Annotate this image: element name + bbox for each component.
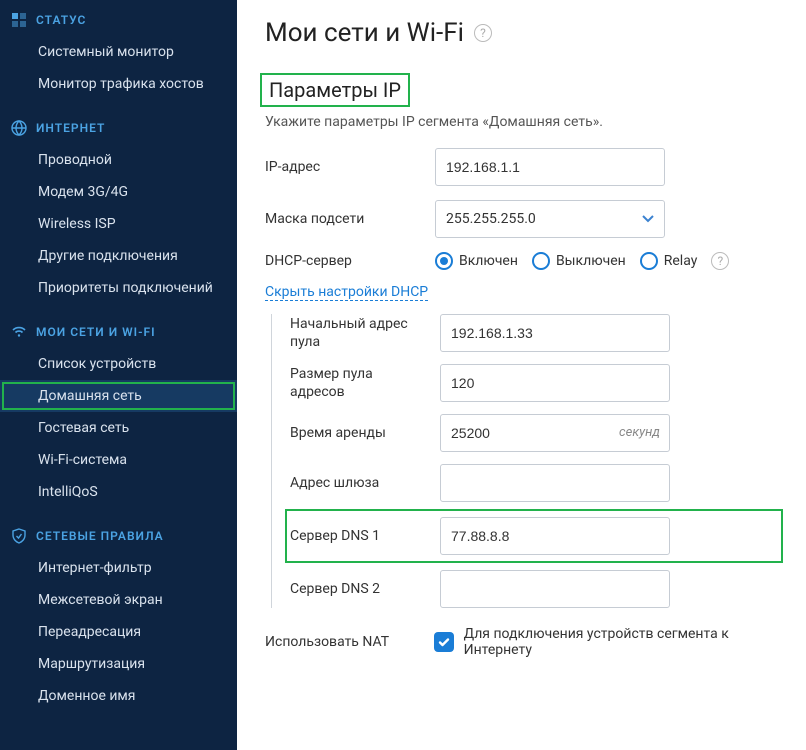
page-title: Мои сети и Wi-Fi ? bbox=[265, 18, 778, 48]
nav-item-device-list[interactable]: Список устройств bbox=[0, 348, 237, 380]
nav-item-routing[interactable]: Маршрутизация bbox=[0, 648, 237, 680]
nat-label: Использовать NAT bbox=[265, 634, 424, 650]
nav-group-status: СТАТУС Системный монитор Монитор трафика… bbox=[0, 4, 237, 100]
row-subnet-mask: Маска подсети 255.255.255.0 bbox=[265, 200, 778, 238]
row-pool-size: Размер пула адресов bbox=[290, 364, 778, 402]
toggle-dhcp-settings-link[interactable]: Скрыть настройки DHCP bbox=[265, 284, 428, 301]
nav-item-home-network[interactable]: Домашняя сеть bbox=[0, 380, 237, 412]
nav-header-status[interactable]: СТАТУС bbox=[0, 4, 237, 36]
globe-icon bbox=[10, 120, 28, 136]
pool-start-label: Начальный адрес пула bbox=[290, 315, 440, 351]
dns2-input[interactable] bbox=[440, 570, 670, 608]
help-icon[interactable]: ? bbox=[711, 252, 729, 270]
section-title-ip-params: Параметры IP bbox=[265, 78, 405, 102]
help-icon[interactable]: ? bbox=[474, 24, 492, 42]
nav-item-domain-name[interactable]: Доменное имя bbox=[0, 680, 237, 712]
nav-group-networks: МОИ СЕТИ И WI-FI Список устройств Домашн… bbox=[0, 316, 237, 508]
row-dhcp-server: DHCP-сервер Включен Выключен Relay ? bbox=[265, 252, 778, 270]
ip-input[interactable] bbox=[435, 148, 665, 186]
nav-header-label: ИНТЕРНЕТ bbox=[36, 121, 105, 135]
section-desc: Укажите параметры IP сегмента «Домашняя … bbox=[265, 114, 778, 130]
chevron-down-icon bbox=[642, 215, 654, 223]
nav-item-guest-network[interactable]: Гостевая сеть bbox=[0, 412, 237, 444]
nav-item-other-conn[interactable]: Другие подключения bbox=[0, 240, 237, 272]
radio-icon bbox=[532, 252, 550, 270]
mask-label: Маска подсети bbox=[265, 210, 435, 228]
dhcp-label: DHCP-сервер bbox=[265, 252, 435, 270]
dns1-label: Сервер DNS 1 bbox=[290, 527, 440, 545]
nav-item-internet-filter[interactable]: Интернет-фильтр bbox=[0, 552, 237, 584]
nat-checkbox[interactable] bbox=[434, 632, 454, 652]
nav-header-networks[interactable]: МОИ СЕТИ И WI-FI bbox=[0, 316, 237, 348]
row-lease-time: Время аренды секунд bbox=[290, 414, 778, 452]
row-pool-start: Начальный адрес пула bbox=[290, 314, 778, 352]
row-dns2: Сервер DNS 2 bbox=[290, 570, 778, 608]
row-ip-address: IP-адрес bbox=[265, 148, 778, 186]
nav-header-label: СЕТЕВЫЕ ПРАВИЛА bbox=[36, 529, 164, 543]
dns1-input[interactable] bbox=[440, 517, 670, 555]
row-nat: Использовать NAT Для подключения устройс… bbox=[265, 626, 778, 658]
gateway-label: Адрес шлюза bbox=[290, 474, 440, 492]
nav-item-modem[interactable]: Модем 3G/4G bbox=[0, 176, 237, 208]
nav-item-wisp[interactable]: Wireless ISP bbox=[0, 208, 237, 240]
nav-header-label: СТАТУС bbox=[36, 13, 86, 27]
mask-select[interactable]: 255.255.255.0 bbox=[435, 200, 665, 238]
lease-label: Время аренды bbox=[290, 424, 440, 442]
nav-header-label: МОИ СЕТИ И WI-FI bbox=[36, 325, 156, 339]
sidebar: СТАТУС Системный монитор Монитор трафика… bbox=[0, 0, 237, 750]
nav-header-rules[interactable]: СЕТЕВЫЕ ПРАВИЛА bbox=[0, 520, 237, 552]
wifi-icon bbox=[10, 324, 28, 340]
nav-item-system-monitor[interactable]: Системный монитор bbox=[0, 36, 237, 68]
lease-input[interactable] bbox=[440, 414, 670, 452]
nav-item-port-forwarding[interactable]: Переадресация bbox=[0, 616, 237, 648]
pool-start-input[interactable] bbox=[440, 314, 670, 352]
dhcp-settings-block: Начальный адрес пула Размер пула адресов… bbox=[271, 314, 778, 608]
radio-icon bbox=[435, 252, 453, 270]
gateway-input[interactable] bbox=[440, 464, 670, 502]
pool-size-input[interactable] bbox=[440, 364, 670, 402]
dhcp-radio-relay[interactable]: Relay bbox=[640, 252, 698, 270]
ip-label: IP-адрес bbox=[265, 158, 435, 176]
row-gateway: Адрес шлюза bbox=[290, 464, 778, 502]
nav-item-conn-priorities[interactable]: Приоритеты подключений bbox=[0, 272, 237, 304]
dashboard-icon bbox=[10, 12, 28, 28]
nav-group-internet: ИНТЕРНЕТ Проводной Модем 3G/4G Wireless … bbox=[0, 112, 237, 304]
nav-item-wifi-system[interactable]: Wi-Fi-система bbox=[0, 444, 237, 476]
nav-group-rules: СЕТЕВЫЕ ПРАВИЛА Интернет-фильтр Межсетев… bbox=[0, 520, 237, 712]
nav-header-internet[interactable]: ИНТЕРНЕТ bbox=[0, 112, 237, 144]
nat-desc: Для подключения устройств сегмента к Инт… bbox=[464, 626, 778, 658]
nav-item-firewall[interactable]: Межсетевой экран bbox=[0, 584, 237, 616]
nav-item-wired[interactable]: Проводной bbox=[0, 144, 237, 176]
row-dns1: Сервер DNS 1 bbox=[290, 514, 778, 558]
radio-icon bbox=[640, 252, 658, 270]
dhcp-radio-on[interactable]: Включен bbox=[435, 252, 518, 270]
dhcp-radio-off[interactable]: Выключен bbox=[532, 252, 626, 270]
pool-size-label: Размер пула адресов bbox=[290, 365, 440, 401]
shield-icon bbox=[10, 528, 28, 544]
nav-item-traffic-monitor[interactable]: Монитор трафика хостов bbox=[0, 68, 237, 100]
main-content: Мои сети и Wi-Fi ? Параметры IP Укажите … bbox=[237, 0, 806, 750]
dns2-label: Сервер DNS 2 bbox=[290, 580, 440, 598]
nav-item-intelliqos[interactable]: IntelliQoS bbox=[0, 476, 237, 508]
